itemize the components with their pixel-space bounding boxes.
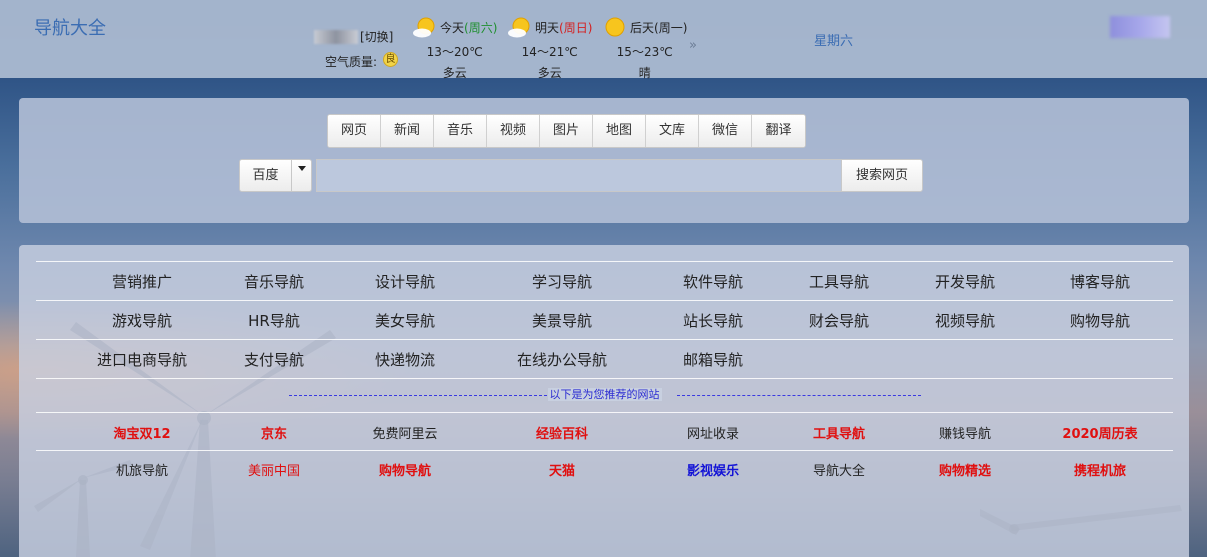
weather-day-after[interactable]: 后天 (周一) 15～23℃ 晴 [602, 14, 687, 81]
weather-temp: 13～20℃ [426, 45, 483, 59]
site-link[interactable]: 2020周历表 [1062, 423, 1137, 442]
category-link[interactable]: 开发导航 [935, 271, 995, 292]
search-input[interactable] [316, 159, 842, 192]
site-link[interactable]: 淘宝双12 [113, 423, 170, 442]
tab-video[interactable]: 视频 [487, 115, 540, 147]
site-link[interactable]: 天猫 [549, 460, 575, 479]
category-row: 营销推广 音乐导航 设计导航 学习导航 软件导航 工具导航 开发导航 博客导航 [36, 261, 1173, 300]
category-link[interactable]: HR导航 [248, 310, 300, 331]
category-link[interactable]: 站长导航 [683, 310, 743, 331]
sun-cloud-icon [508, 17, 530, 38]
site-link[interactable]: 机旅导航 [116, 460, 168, 479]
recommend-label: 以下是为您推荐的网站 [36, 386, 1173, 402]
weather-condition: 晴 [638, 66, 651, 80]
weather-weekday-label: (周一) [654, 20, 688, 35]
nav-panel: 营销推广 音乐导航 设计导航 学习导航 软件导航 工具导航 开发导航 博客导航 … [19, 245, 1189, 557]
weather-condition: 多云 [442, 66, 467, 80]
site-link[interactable]: 购物精选 [939, 460, 991, 479]
search-button[interactable]: 搜索网页 [841, 159, 923, 192]
site-link[interactable]: 免费阿里云 [372, 423, 437, 442]
weather-tomorrow[interactable]: 明天 (周日) 14～21℃ 多云 [507, 14, 592, 81]
category-link[interactable]: 美女导航 [375, 310, 435, 331]
site-link[interactable]: 购物导航 [379, 460, 431, 479]
more-weather-icon[interactable]: » [689, 38, 697, 53]
weather-temp: 14～21℃ [521, 45, 578, 59]
sun-icon [605, 17, 625, 37]
site-link[interactable]: 工具导航 [813, 423, 865, 442]
weather-today[interactable]: 今天 (周六) 13～20℃ 多云 [412, 14, 497, 81]
category-link[interactable]: 快递物流 [375, 349, 435, 370]
category-link[interactable]: 软件导航 [683, 271, 743, 292]
site-link[interactable]: 导航大全 [813, 460, 865, 479]
category-link[interactable]: 支付导航 [244, 349, 304, 370]
site-logo[interactable]: 导航大全 [34, 14, 106, 40]
air-quality-label: 空气质量: [325, 55, 378, 69]
category-link[interactable]: 进口电商导航 [97, 349, 187, 370]
category-link[interactable]: 游戏导航 [112, 310, 172, 331]
recommended-row: 机旅导航 美丽中国 购物导航 天猫 影视娱乐 导航大全 购物精选 携程机旅 [36, 450, 1173, 488]
category-link[interactable]: 在线办公导航 [517, 349, 607, 370]
tab-map[interactable]: 地图 [593, 115, 646, 147]
air-quality-badge: 良 [383, 52, 398, 67]
site-link[interactable]: 网址收录 [687, 423, 739, 442]
top-bar: 导航大全 [切换] 空气质量: 良 今天 (周六) 13～20℃ 多云 明天 (周日… [0, 0, 1207, 81]
search-panel: 网页 新闻 音乐 视频 图片 地图 文库 微信 翻译 百度 搜索网页 [19, 98, 1189, 223]
category-link[interactable]: 美景导航 [532, 310, 592, 331]
weather-condition: 多云 [537, 66, 562, 80]
category-link[interactable]: 营销推广 [112, 271, 172, 292]
tab-web[interactable]: 网页 [328, 115, 381, 147]
site-link[interactable]: 携程机旅 [1074, 460, 1126, 479]
chevron-down-icon[interactable] [292, 159, 312, 192]
category-link[interactable]: 购物导航 [1070, 310, 1130, 331]
category-row: 游戏导航 HR导航 美女导航 美景导航 站长导航 财会导航 视频导航 购物导航 [36, 300, 1173, 339]
switch-city-link[interactable]: [切换] [360, 28, 393, 45]
search-type-tabs: 网页 新闻 音乐 视频 图片 地图 文库 微信 翻译 [327, 114, 806, 148]
site-link[interactable]: 经验百科 [536, 423, 588, 442]
category-link[interactable]: 财会导航 [809, 310, 869, 331]
weather-day-label: 今天 [440, 20, 465, 35]
category-link[interactable]: 博客导航 [1070, 271, 1130, 292]
category-link[interactable]: 音乐导航 [244, 271, 304, 292]
site-link[interactable]: 美丽中国 [248, 460, 300, 479]
recommend-label-text: 以下是为您推荐的网站 [547, 388, 662, 401]
site-link[interactable]: 京东 [261, 423, 287, 442]
tab-library[interactable]: 文库 [646, 115, 699, 147]
user-info-blurred [1110, 16, 1170, 38]
category-link[interactable]: 设计导航 [375, 271, 435, 292]
weather-weekday-label: (周六) [464, 20, 498, 35]
search-engine-select[interactable]: 百度 [239, 159, 292, 192]
weather-day-label: 明天 [535, 20, 560, 35]
tab-translate[interactable]: 翻译 [752, 115, 805, 147]
tab-image[interactable]: 图片 [540, 115, 593, 147]
tab-news[interactable]: 新闻 [381, 115, 434, 147]
city-name-blurred [314, 30, 358, 44]
tab-music[interactable]: 音乐 [434, 115, 487, 147]
weather-weekday-label: (周日) [559, 20, 593, 35]
category-link[interactable]: 视频导航 [935, 310, 995, 331]
site-link[interactable]: 赚钱导航 [939, 423, 991, 442]
category-link[interactable]: 工具导航 [809, 271, 869, 292]
recommended-row: 淘宝双12 京东 免费阿里云 经验百科 网址收录 工具导航 赚钱导航 2020周… [36, 412, 1173, 450]
sun-cloud-icon [413, 17, 435, 38]
weekday-label: 星期六 [814, 34, 854, 49]
weather-temp: 15～23℃ [616, 45, 673, 59]
category-link[interactable]: 邮箱导航 [683, 349, 743, 370]
tab-wechat[interactable]: 微信 [699, 115, 752, 147]
category-link[interactable]: 学习导航 [532, 271, 592, 292]
category-row: 进口电商导航 支付导航 快递物流 在线办公导航 邮箱导航 [36, 339, 1173, 378]
weather-day-label: 后天 [630, 20, 655, 35]
site-link[interactable]: 影视娱乐 [687, 460, 739, 479]
